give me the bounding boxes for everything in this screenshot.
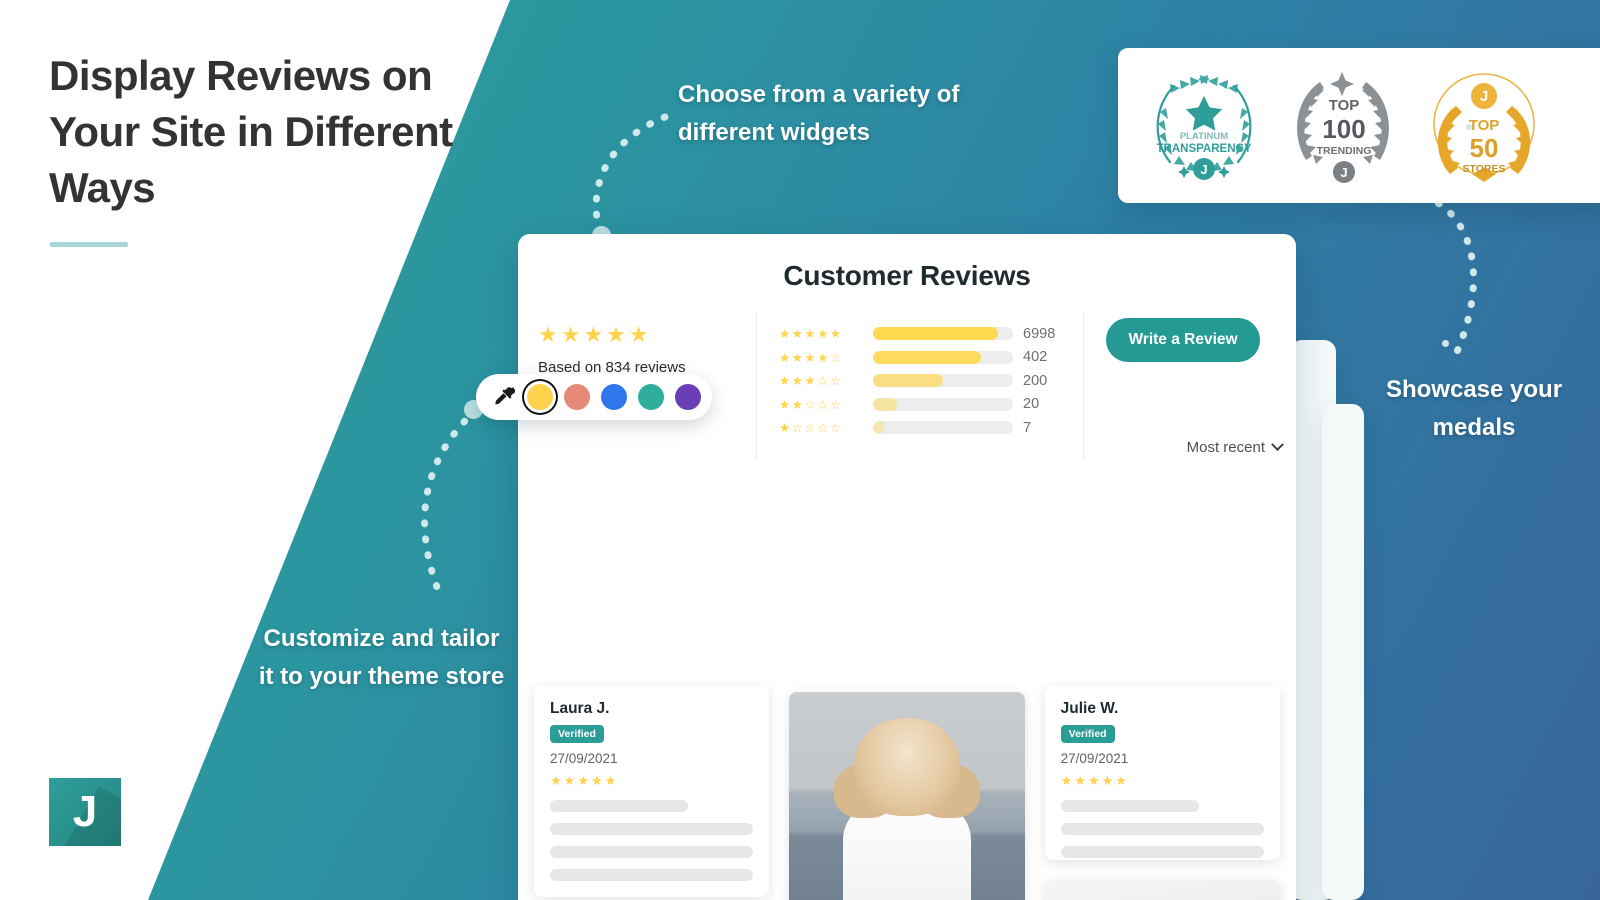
review-text-placeholder [550, 800, 689, 812]
medal-trending-line1: TOP [1329, 97, 1360, 114]
annotation-widgets: Choose from a variety of different widge… [678, 81, 960, 147]
review-date: 27/09/2021 [1060, 751, 1129, 766]
rating-row-count: 20 [1023, 396, 1040, 413]
annotation-medals: Showcase your medals [1385, 376, 1563, 442]
rating-bar-track [873, 350, 1013, 364]
brand-logo-letter: J [72, 787, 98, 836]
page-title: Display Reviews on Your Site in Differen… [49, 52, 453, 211]
reviews-column-right: Julie W. Verified 27/09/2021 ★★★★★ [1044, 686, 1280, 900]
rating-row-stars: ★★★★★ [779, 327, 843, 342]
review-author: Laura J. [550, 700, 610, 717]
medal-trending-line2: 100 [1322, 114, 1365, 144]
rating-row-count: 200 [1023, 372, 1048, 389]
review-text-placeholder [1060, 823, 1264, 835]
review-text-placeholder [550, 846, 754, 858]
medal-stores-line3: STORES [1463, 163, 1506, 175]
sort-dropdown[interactable]: Most recent [1186, 438, 1284, 456]
review-photo-puppy-hoodie [789, 692, 1025, 900]
rating-row-stars: ★★☆☆☆ [779, 397, 843, 412]
color-swatch-yellow[interactable] [527, 384, 553, 410]
write-review-button[interactable]: Write a Review [1106, 318, 1260, 362]
rating-row-stars: ★★★☆☆ [779, 374, 843, 389]
review-card[interactable]: Andrea M. [1044, 880, 1280, 900]
title-underline-rule [50, 242, 128, 247]
rating-row-count: 7 [1023, 419, 1032, 436]
rating-row-count: 6998 [1023, 325, 1056, 342]
medal-trending-mark: J [1340, 165, 1347, 180]
sort-dropdown-label: Most recent [1186, 439, 1265, 456]
medal-stores-line2: 50 [1470, 133, 1499, 163]
medal-top-50-stores: J TOP 50 STORES [1420, 62, 1548, 190]
reviews-widget-title: Customer Reviews [783, 260, 1031, 291]
rating-bar-fill [873, 350, 981, 364]
medal-platinum-line1: PLATINUM [1180, 131, 1228, 142]
reviews-widget: Customer Reviews ★★★★★ Based on 834 revi… [518, 234, 1296, 900]
rating-bar-track [873, 374, 1013, 388]
medal-platinum-transparency: PLATINUM TRANSPARENCY J [1140, 62, 1268, 190]
medal-top-100-trending: TOP 100 TRENDING J [1280, 62, 1408, 190]
rating-row-count: 402 [1023, 349, 1048, 366]
review-stars: ★★★★★ [1060, 773, 1129, 788]
chevron-down-icon [1271, 438, 1284, 452]
review-text-placeholder [1060, 800, 1199, 812]
eyedropper-icon[interactable] [492, 385, 516, 409]
review-text-placeholder [550, 823, 754, 835]
poster-canvas: Display Reviews on Your Site in Differen… [0, 0, 1600, 900]
medal-stores-mark: J [1480, 88, 1488, 105]
brand-logo: J [49, 778, 121, 846]
rating-bar-fill [873, 327, 998, 341]
rating-bar-fill [873, 374, 943, 388]
medal-platinum-icon: PLATINUM TRANSPARENCY J [1157, 74, 1252, 180]
color-swatch-blue[interactable] [601, 384, 627, 410]
reviews-grid: Laura J. Verified 27/09/2021 ★★★★★ Julie… [518, 686, 1296, 900]
annotation-customize: Customize and tailor it to your theme st… [258, 625, 505, 691]
rating-distribution-chart: ★★★★★ 6998 ★★★★☆ 402 ★★★☆☆ 200 ★★☆☆☆ 20 … [756, 312, 1084, 460]
medal-stores-line1: TOP [1469, 117, 1500, 134]
review-text-placeholder [1060, 846, 1264, 858]
review-stars: ★★★★★ [550, 773, 619, 788]
rating-bar-track [873, 421, 1013, 435]
review-author: Julie W. [1060, 700, 1119, 717]
medal-platinum-line2: TRANSPARENCY [1157, 143, 1252, 155]
rating-bar-fill [873, 397, 897, 411]
decorative-dot [1442, 340, 1449, 347]
medal-platinum-mark: J [1200, 162, 1207, 177]
review-card[interactable]: Laura J. Verified 27/09/2021 ★★★★★ [534, 686, 770, 897]
review-date: 27/09/2021 [550, 751, 618, 766]
review-photo-dog-denim [1044, 880, 1280, 900]
status-badge: Verified [550, 725, 604, 743]
stacked-card-back-2 [1322, 404, 1364, 900]
rating-bar-row[interactable]: ★☆☆☆☆ 7 [779, 416, 1065, 440]
rating-row-stars: ★☆☆☆☆ [779, 421, 843, 436]
rating-bar-row[interactable]: ★★☆☆☆ 20 [779, 393, 1065, 417]
reviews-column-left: Laura J. Verified 27/09/2021 ★★★★★ [534, 686, 770, 900]
overall-stars: ★★★★★ [538, 322, 652, 347]
rating-row-stars: ★★★★☆ [779, 350, 843, 365]
rating-bar-row[interactable]: ★★★☆☆ 200 [779, 369, 1065, 393]
medal-stores-icon: J TOP 50 STORES [1433, 72, 1535, 182]
color-swatch-purple[interactable] [675, 384, 701, 410]
rating-bar-fill [873, 421, 885, 435]
reviews-actions: Write a Review Most recent [1084, 312, 1284, 460]
medals-card: PLATINUM TRANSPARENCY J TOP 100 TRENDING… [1118, 48, 1600, 203]
rating-bar-track [873, 327, 1013, 341]
color-swatch-teal[interactable] [638, 384, 664, 410]
medal-trending-icon: TOP 100 TRENDING J [1297, 71, 1389, 183]
decorative-dot [1466, 124, 1472, 130]
review-card[interactable]: David B. Verified 27/09/2021 ★★★★★ [789, 692, 1025, 900]
review-text-placeholder [550, 869, 754, 881]
color-swatch-salmon[interactable] [564, 384, 590, 410]
review-card[interactable]: Julie W. Verified 27/09/2021 ★★★★★ [1044, 686, 1280, 861]
status-badge: Verified [1060, 725, 1115, 743]
reviews-column-middle: David B. Verified 27/09/2021 ★★★★★ [789, 692, 1025, 900]
rating-bar-row[interactable]: ★★★★★ 6998 [779, 322, 1065, 346]
color-picker-toolbar[interactable] [476, 374, 712, 420]
medal-trending-line3: TRENDING [1317, 145, 1372, 157]
rating-bar-track [873, 397, 1013, 411]
rating-bar-row[interactable]: ★★★★☆ 402 [779, 346, 1065, 370]
